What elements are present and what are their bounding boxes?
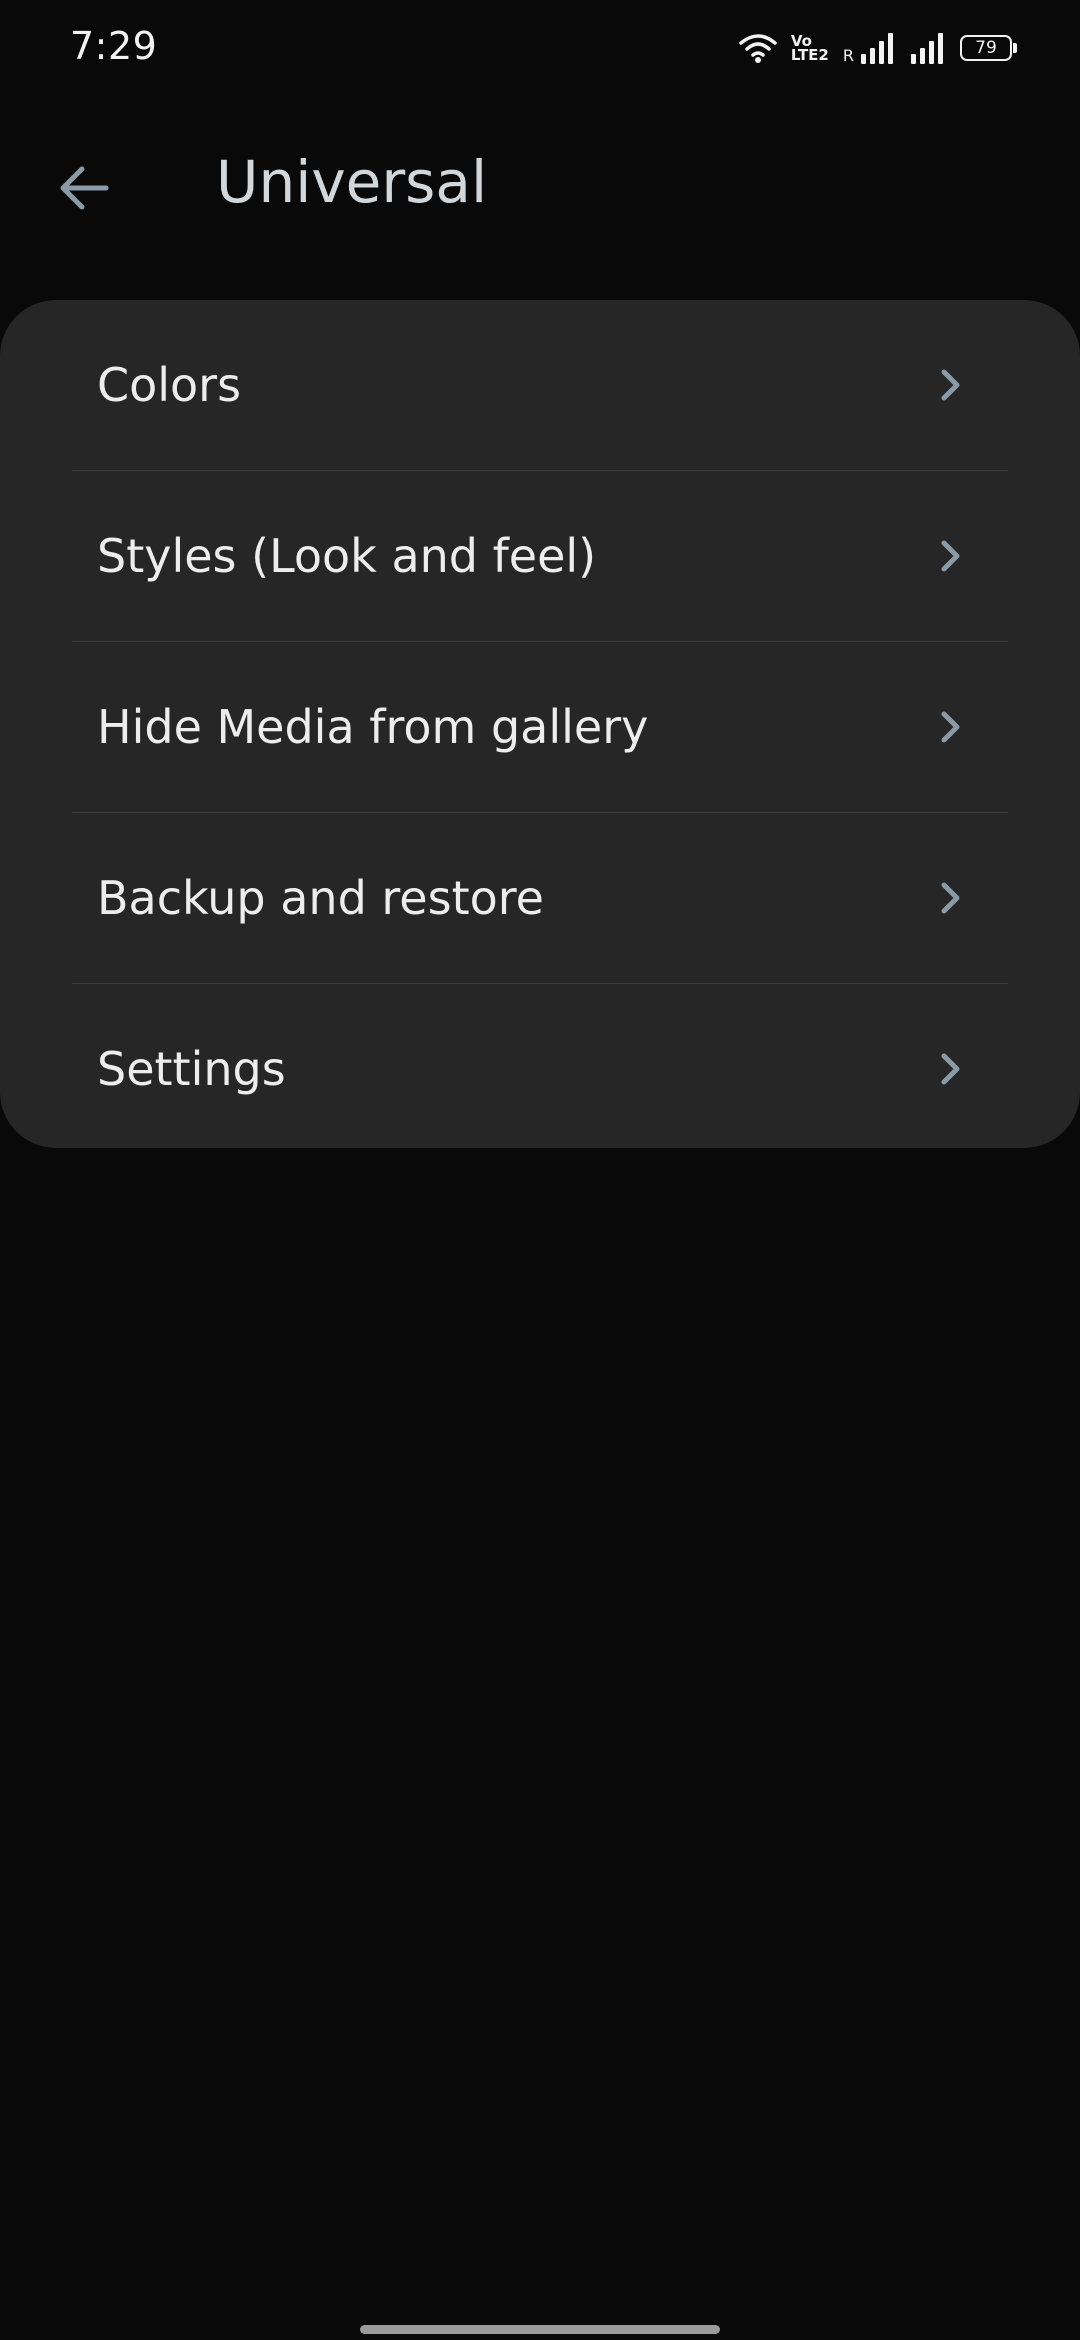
menu-item-label: Styles (Look and feel) — [97, 529, 597, 583]
wifi-icon — [739, 32, 777, 64]
menu-item-label: Colors — [97, 358, 242, 412]
back-button[interactable] — [44, 150, 124, 230]
menu-item-hide-media[interactable]: Hide Media from gallery — [0, 642, 1080, 812]
volte-bottom-label: LTE2 — [790, 46, 829, 64]
status-bar: 7:29 Vo LTE2 R 79 — [0, 0, 1080, 100]
signal-icon-2 — [910, 32, 946, 64]
battery-icon: 79 — [960, 35, 1017, 61]
home-indicator[interactable] — [360, 2325, 720, 2334]
signal-icon: R — [843, 32, 896, 64]
chevron-right-icon — [930, 707, 970, 747]
arrow-left-icon — [56, 164, 112, 216]
chevron-right-icon — [930, 878, 970, 918]
menu-item-backup-restore[interactable]: Backup and restore — [0, 813, 1080, 983]
app-bar: Universal — [0, 120, 1080, 250]
chevron-right-icon — [930, 1049, 970, 1089]
status-time: 7:29 — [70, 24, 158, 68]
menu-item-label: Backup and restore — [97, 871, 544, 925]
volte-icon: Vo LTE2 — [790, 34, 829, 64]
menu-card: Colors Styles (Look and feel) Hide Media… — [0, 300, 1080, 1148]
menu-item-styles[interactable]: Styles (Look and feel) — [0, 471, 1080, 641]
page-title: Universal — [216, 148, 488, 216]
menu-item-colors[interactable]: Colors — [0, 300, 1080, 470]
roaming-indicator: R — [842, 46, 854, 65]
menu-item-label: Settings — [97, 1042, 286, 1096]
menu-item-label: Hide Media from gallery — [97, 700, 649, 754]
menu-item-settings[interactable]: Settings — [0, 984, 1080, 1154]
battery-level: 79 — [975, 38, 997, 58]
chevron-right-icon — [930, 536, 970, 576]
chevron-right-icon — [930, 365, 970, 405]
status-icons: Vo LTE2 R 79 — [739, 28, 1017, 68]
